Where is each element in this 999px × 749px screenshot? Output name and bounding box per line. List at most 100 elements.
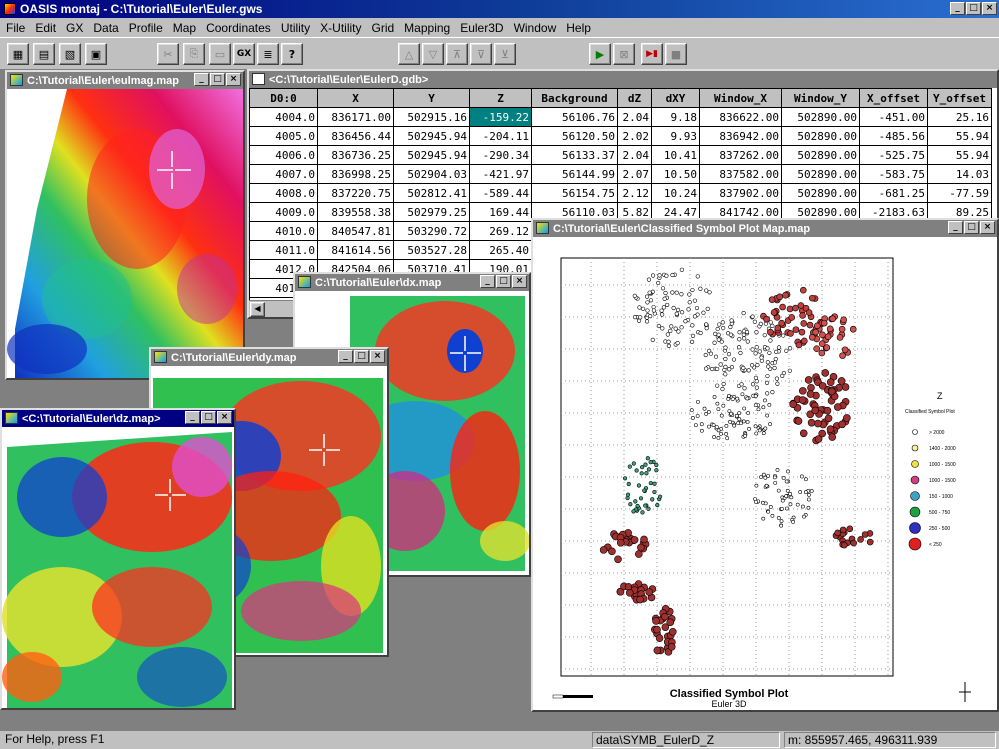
table-cell[interactable]: 502812.41 [393,183,470,203]
col-header[interactable]: D0:0 [249,88,318,108]
table-cell[interactable]: -204.11 [469,126,532,146]
table-cell[interactable]: 9.93 [651,126,700,146]
eulmag-map-window[interactable]: C:\Tutorial\Euler\eulmag.map _ □ × [5,70,245,380]
col-header[interactable]: Window_X [699,88,782,108]
dz-map-window[interactable]: <C:\Tutorial\Euler\dz.map> _ □ × [0,408,236,710]
table-cell[interactable]: 503527.28 [393,240,470,260]
table-cell[interactable]: 836622.00 [699,107,782,127]
table-cell[interactable]: 502904.03 [393,164,470,184]
tool-section-icon[interactable]: ⊼ [446,43,468,65]
stop-icon[interactable]: ■ [665,43,687,65]
table-cell[interactable]: 56144.99 [531,164,618,184]
table-cell[interactable]: -159.22 [469,107,532,127]
menu-help[interactable]: Help [562,21,597,35]
table-row[interactable]: 4008.0 837220.75 502812.41 -589.44 56154.75 2… [249,183,992,203]
eulmag-window-title[interactable]: C:\Tutorial\Euler\eulmag.map _ □ × [7,72,243,89]
close-button[interactable]: × [370,350,385,363]
table-cell[interactable]: 2.04 [617,107,652,127]
dz-window-title[interactable]: <C:\Tutorial\Euler\dz.map> _ □ × [2,410,234,427]
row-header-cell[interactable]: 4005.0 [249,126,318,146]
dy-window-title[interactable]: C:\Tutorial\Euler\dy.map _ □ × [151,349,387,366]
table-cell[interactable]: 837902.00 [699,183,782,203]
maximize-button[interactable]: □ [210,73,225,86]
table-cell[interactable]: 502945.94 [393,145,470,165]
table-cell[interactable]: -589.44 [469,183,532,203]
record-icon[interactable]: ▶▮ [641,43,663,65]
table-cell[interactable]: 841614.56 [317,240,394,260]
menu-euler3d[interactable]: Euler3D [456,21,509,35]
table-cell[interactable]: 502890.00 [781,145,860,165]
tool-profile-icon[interactable]: ⊽ [470,43,492,65]
table-cell[interactable]: -451.00 [859,107,928,127]
menu-data[interactable]: Data [89,21,124,35]
close-button[interactable]: × [217,411,232,424]
table-row[interactable]: 4004.0 836171.00 502915.16 -159.22 56106.76 2… [249,107,992,127]
table-cell[interactable]: 2.07 [617,164,652,184]
open-map-icon[interactable]: ▧ [59,43,81,65]
dz-map-canvas[interactable] [2,427,234,708]
minimize-button[interactable]: _ [185,411,200,424]
table-cell[interactable]: 2.02 [617,126,652,146]
table-cell[interactable]: 502890.00 [781,126,860,146]
col-header[interactable]: Y [393,88,470,108]
table-cell[interactable]: 836998.25 [317,164,394,184]
col-header[interactable]: dZ [617,88,652,108]
database-window-title[interactable]: <C:\Tutorial\Euler\EulerD.gdb> [249,71,997,88]
menu-gx[interactable]: GX [62,21,89,35]
row-header-cell[interactable]: 4007.0 [249,164,318,184]
horizontal-scrollbar[interactable]: ◀ [249,300,293,317]
col-header[interactable]: X_offset [859,88,928,108]
table-cell[interactable]: 502890.00 [781,183,860,203]
table-cell[interactable]: 25.16 [927,107,992,127]
menu-grid[interactable]: Grid [368,21,401,35]
dx-window-title[interactable]: C:\Tutorial\Euler\dx.map _ □ × [295,274,529,291]
table-cell[interactable]: 836736.25 [317,145,394,165]
menu-mapping[interactable]: Mapping [400,21,456,35]
menu-coordinates[interactable]: Coordinates [202,21,277,35]
maximize-button[interactable]: □ [201,411,216,424]
table-cell[interactable]: 56154.75 [531,183,618,203]
minimize-button[interactable]: _ [948,221,963,234]
menu-window[interactable]: Window [510,21,563,35]
row-header-cell[interactable]: 4009.0 [249,202,318,222]
table-cell[interactable]: 836171.00 [317,107,394,127]
context-help-icon[interactable]: ? [281,43,303,65]
table-cell[interactable]: 10.50 [651,164,700,184]
table-row[interactable]: 4006.0 836736.25 502945.94 -290.34 56133.37 2… [249,145,992,165]
col-header[interactable]: dXY [651,88,700,108]
minimize-button[interactable]: _ [950,2,965,15]
close-button[interactable]: × [982,2,997,15]
paste-icon[interactable]: ▭ [209,43,231,65]
symbol-plot-window[interactable]: C:\Tutorial\Euler\Classified Symbol Plot… [531,218,999,712]
tool-warning-icon[interactable]: △ [398,43,420,65]
tool-line-icon[interactable]: ⊻ [494,43,516,65]
col-header[interactable]: Z [469,88,532,108]
col-header[interactable]: Window_Y [781,88,860,108]
symbol-plot-canvas[interactable]: Classified Symbol Plot Euler 3D Z Classi… [533,237,997,710]
table-cell[interactable]: -421.97 [469,164,532,184]
close-button[interactable]: × [980,221,995,234]
table-cell[interactable]: 837220.75 [317,183,394,203]
table-cell[interactable]: 502890.00 [781,164,860,184]
table-cell[interactable]: 10.24 [651,183,700,203]
save-icon[interactable]: ▣ [85,43,107,65]
maximize-button[interactable]: □ [964,221,979,234]
table-cell[interactable]: 14.03 [927,164,992,184]
gx-button[interactable]: GX [233,43,255,65]
table-cell[interactable]: 502890.00 [781,107,860,127]
menu-edit[interactable]: Edit [31,21,62,35]
play-icon[interactable]: ▶ [589,43,611,65]
table-cell[interactable]: 2.04 [617,145,652,165]
table-cell[interactable]: 56120.50 [531,126,618,146]
tool-filter-icon[interactable]: ▽ [422,43,444,65]
menu-profile[interactable]: Profile [125,21,169,35]
table-cell[interactable]: 836942.00 [699,126,782,146]
col-header[interactable]: Y_offset [927,88,992,108]
menu-map[interactable]: Map [169,21,202,35]
stop-grey-icon[interactable]: ⊠ [613,43,635,65]
table-cell[interactable]: 55.94 [927,126,992,146]
table-cell[interactable]: 2.12 [617,183,652,203]
menu-file[interactable]: File [2,21,31,35]
table-cell[interactable]: -290.34 [469,145,532,165]
maximize-button[interactable]: □ [966,2,981,15]
